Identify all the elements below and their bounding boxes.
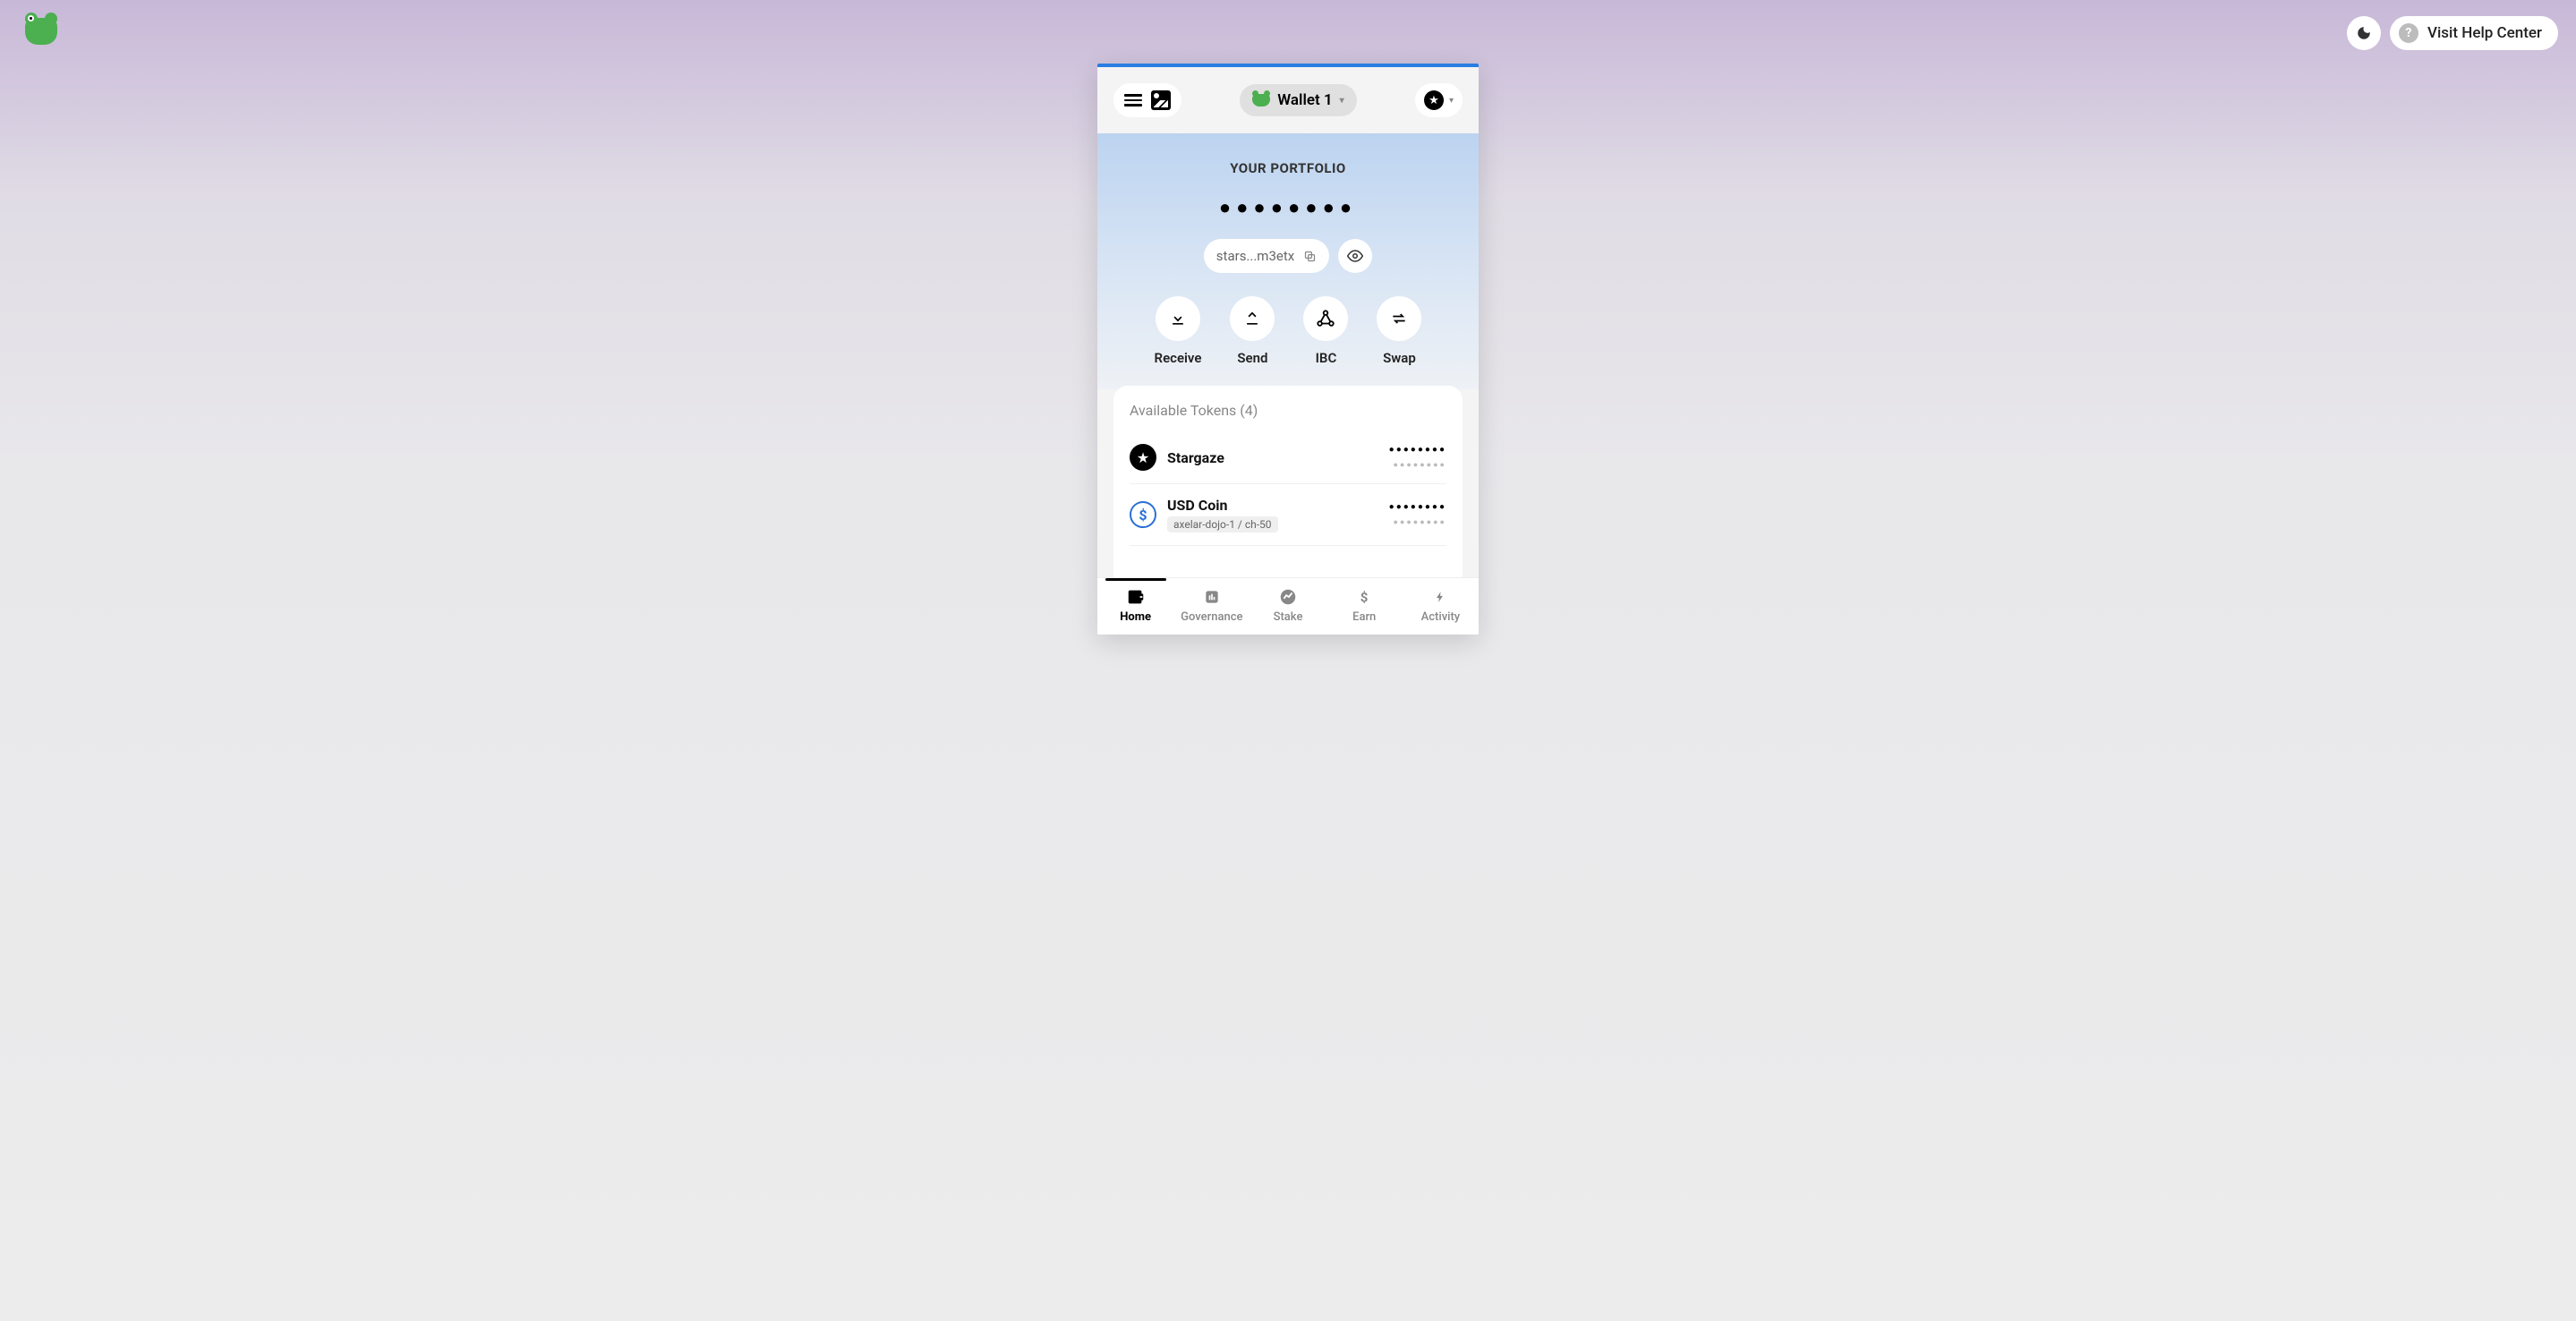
earn-icon: $ [1356,587,1372,607]
activity-icon [1434,587,1446,607]
question-icon: ? [2399,23,2418,43]
token-balance: ●●●●●●●● [1389,445,1446,455]
portfolio-section: YOUR PORTFOLIO ●●●●●●●● stars...m3etx Re… [1097,133,1479,389]
wallet-icon [1126,587,1146,607]
help-center-button[interactable]: ? Visit Help Center [2390,16,2558,50]
stargaze-token-icon: ★ [1130,444,1156,471]
help-label: Visit Help Center [2427,24,2542,42]
ibc-icon [1316,309,1335,328]
bottom-nav: Home Governance Stake $ Earn Activity [1097,577,1479,635]
download-icon [1169,310,1187,328]
header-left-group [1113,83,1181,117]
nav-label: Governance [1173,610,1250,624]
chevron-down-icon: ▾ [1340,96,1344,106]
portfolio-balance: ●●●●●●●● [1115,196,1461,219]
send-label: Send [1230,350,1275,366]
address-text: stars...m3etx [1216,248,1294,264]
stargaze-chain-icon: ★ [1424,90,1444,110]
send-button[interactable]: Send [1230,296,1275,366]
receive-label: Receive [1155,350,1202,366]
swap-label: Swap [1377,350,1421,366]
nav-label: Activity [1403,610,1479,624]
moon-icon [2356,25,2372,41]
ibc-button[interactable]: IBC [1303,296,1348,366]
stake-icon [1278,587,1298,607]
menu-button[interactable] [1124,91,1142,109]
token-balance: ●●●●●●●● [1389,502,1446,512]
chevron-down-icon: ▾ [1449,96,1454,106]
nav-label: Stake [1250,610,1326,624]
copy-icon [1303,250,1317,263]
address-chip[interactable]: stars...m3etx [1204,239,1329,273]
chain-selector[interactable]: ★ ▾ [1415,83,1463,117]
nft-gallery-button[interactable] [1151,90,1171,110]
theme-toggle-button[interactable] [2347,16,2381,50]
wallet-name: Wallet 1 [1277,91,1332,109]
nav-governance[interactable]: Governance [1173,578,1250,635]
wallet-selector[interactable]: Wallet 1 ▾ [1240,84,1356,116]
nav-stake[interactable]: Stake [1250,578,1326,635]
swap-icon [1390,310,1408,328]
visibility-toggle-button[interactable] [1338,239,1372,273]
receive-button[interactable]: Receive [1155,296,1202,366]
nav-activity[interactable]: Activity [1403,578,1479,635]
token-name: USD Coin [1167,497,1389,514]
upload-icon [1243,310,1261,328]
nav-home[interactable]: Home [1097,578,1173,635]
token-value: ●●●●●●●● [1389,460,1446,470]
token-row[interactable]: ★ Stargaze ●●●●●●●● ●●●●●●●● [1130,431,1446,484]
ibc-label: IBC [1303,350,1348,366]
frog-icon [1252,94,1270,107]
wallet-header: Wallet 1 ▾ ★ ▾ [1097,67,1479,133]
token-value: ●●●●●●●● [1389,517,1446,527]
nav-earn[interactable]: $ Earn [1326,578,1403,635]
token-name: Stargaze [1167,449,1389,466]
portfolio-label: YOUR PORTFOLIO [1115,160,1461,176]
eye-icon [1347,248,1363,264]
nav-label: Earn [1326,610,1403,624]
svg-text:$: $ [1361,589,1369,605]
swap-button[interactable]: Swap [1377,296,1421,366]
token-row[interactable]: USD Coin axelar-dojo-1 / ch-50 ●●●●●●●● … [1130,484,1446,546]
wallet-panel: Wallet 1 ▾ ★ ▾ YOUR PORTFOLIO ●●●●●●●● s… [1097,64,1479,635]
token-tag: axelar-dojo-1 / ch-50 [1167,516,1278,533]
app-logo [25,18,57,45]
tokens-header: Available Tokens (4) [1130,402,1446,419]
governance-icon [1203,588,1221,606]
usdc-token-icon [1130,501,1156,528]
nav-label: Home [1097,610,1173,624]
